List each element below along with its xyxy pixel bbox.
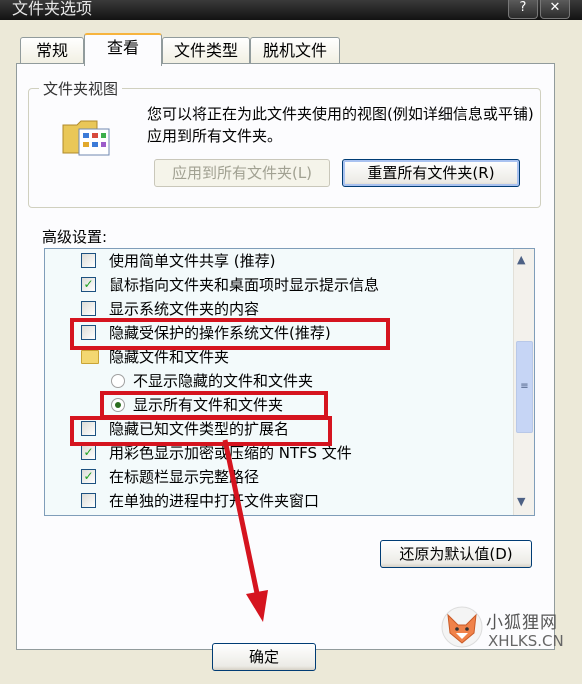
list-item-label: 不显示隐藏的文件和文件夹 (133, 372, 314, 390)
checkbox[interactable] (81, 301, 96, 316)
list-item-label: 鼠标指向文件夹和桌面项时显示提示信息 (109, 276, 380, 294)
title-bar: 文件夹选项 ? ✕ (0, 0, 582, 20)
list-item-label: 使用简单文件共享 (推荐) (109, 252, 276, 270)
watermark-brand: 小狐狸网 (486, 613, 558, 633)
tab-offline-files[interactable]: 脱机文件 (250, 37, 340, 64)
tab-general[interactable]: 常规 (20, 37, 84, 64)
fox-logo-icon (440, 605, 484, 653)
folder-views-description: 您可以将正在为此文件夹使用的视图(例如详细信息或平铺)应用到所有文件夹。 (147, 105, 534, 145)
folder-views-title: 文件夹视图 (39, 78, 123, 99)
help-button[interactable]: ? (508, 0, 538, 19)
folder-views-icon (61, 113, 113, 165)
radio-button[interactable] (111, 374, 125, 388)
checkbox-checked[interactable]: ✓ (81, 469, 96, 484)
checkbox-checked[interactable]: ✓ (81, 445, 96, 460)
checkbox-checked[interactable]: ✓ (81, 277, 96, 292)
restore-defaults-button[interactable]: 还原为默认值(D) (380, 540, 532, 568)
advanced-settings-label: 高级设置: (42, 228, 108, 246)
checkbox[interactable] (81, 493, 96, 508)
watermark-domain: XHLKS.CN (488, 632, 564, 650)
reset-all-folders-button[interactable]: 重置所有文件夹(R) (342, 159, 520, 187)
folder-icon (81, 350, 99, 364)
folder-views-group: 文件夹视图 您可以将正在为此文件夹使用的视图(例如详细信息或平铺)应用到所有文件… (28, 78, 541, 208)
checkbox[interactable] (81, 253, 96, 268)
ok-button[interactable]: 确定 (212, 643, 316, 671)
tab-file-types[interactable]: 文件类型 (162, 37, 250, 64)
advanced-settings-list[interactable]: 使用简单文件共享 (推荐) ✓ 鼠标指向文件夹和桌面项时显示提示信息 显示系统文… (44, 248, 535, 516)
highlight-box-protected-files (70, 318, 390, 350)
apply-to-all-folders-button[interactable]: 应用到所有文件夹(L) (154, 159, 330, 187)
scroll-up-icon[interactable]: ▲ (517, 253, 525, 266)
highlight-box-show-all-files (100, 391, 328, 419)
scroll-down-icon[interactable]: ▼ (517, 495, 525, 508)
vertical-scrollbar[interactable]: ▲ ≡ ▼ (513, 249, 534, 515)
tab-view[interactable]: 查看 (84, 33, 162, 66)
list-item-label: 在单独的进程中打开文件夹窗口 (109, 492, 320, 510)
scroll-thumb[interactable]: ≡ (516, 341, 533, 433)
highlight-box-hide-extensions (70, 416, 332, 446)
close-button[interactable]: ✕ (540, 0, 570, 19)
list-item-label: 在标题栏显示完整路径 (109, 468, 260, 486)
window-title: 文件夹选项 (12, 0, 93, 18)
